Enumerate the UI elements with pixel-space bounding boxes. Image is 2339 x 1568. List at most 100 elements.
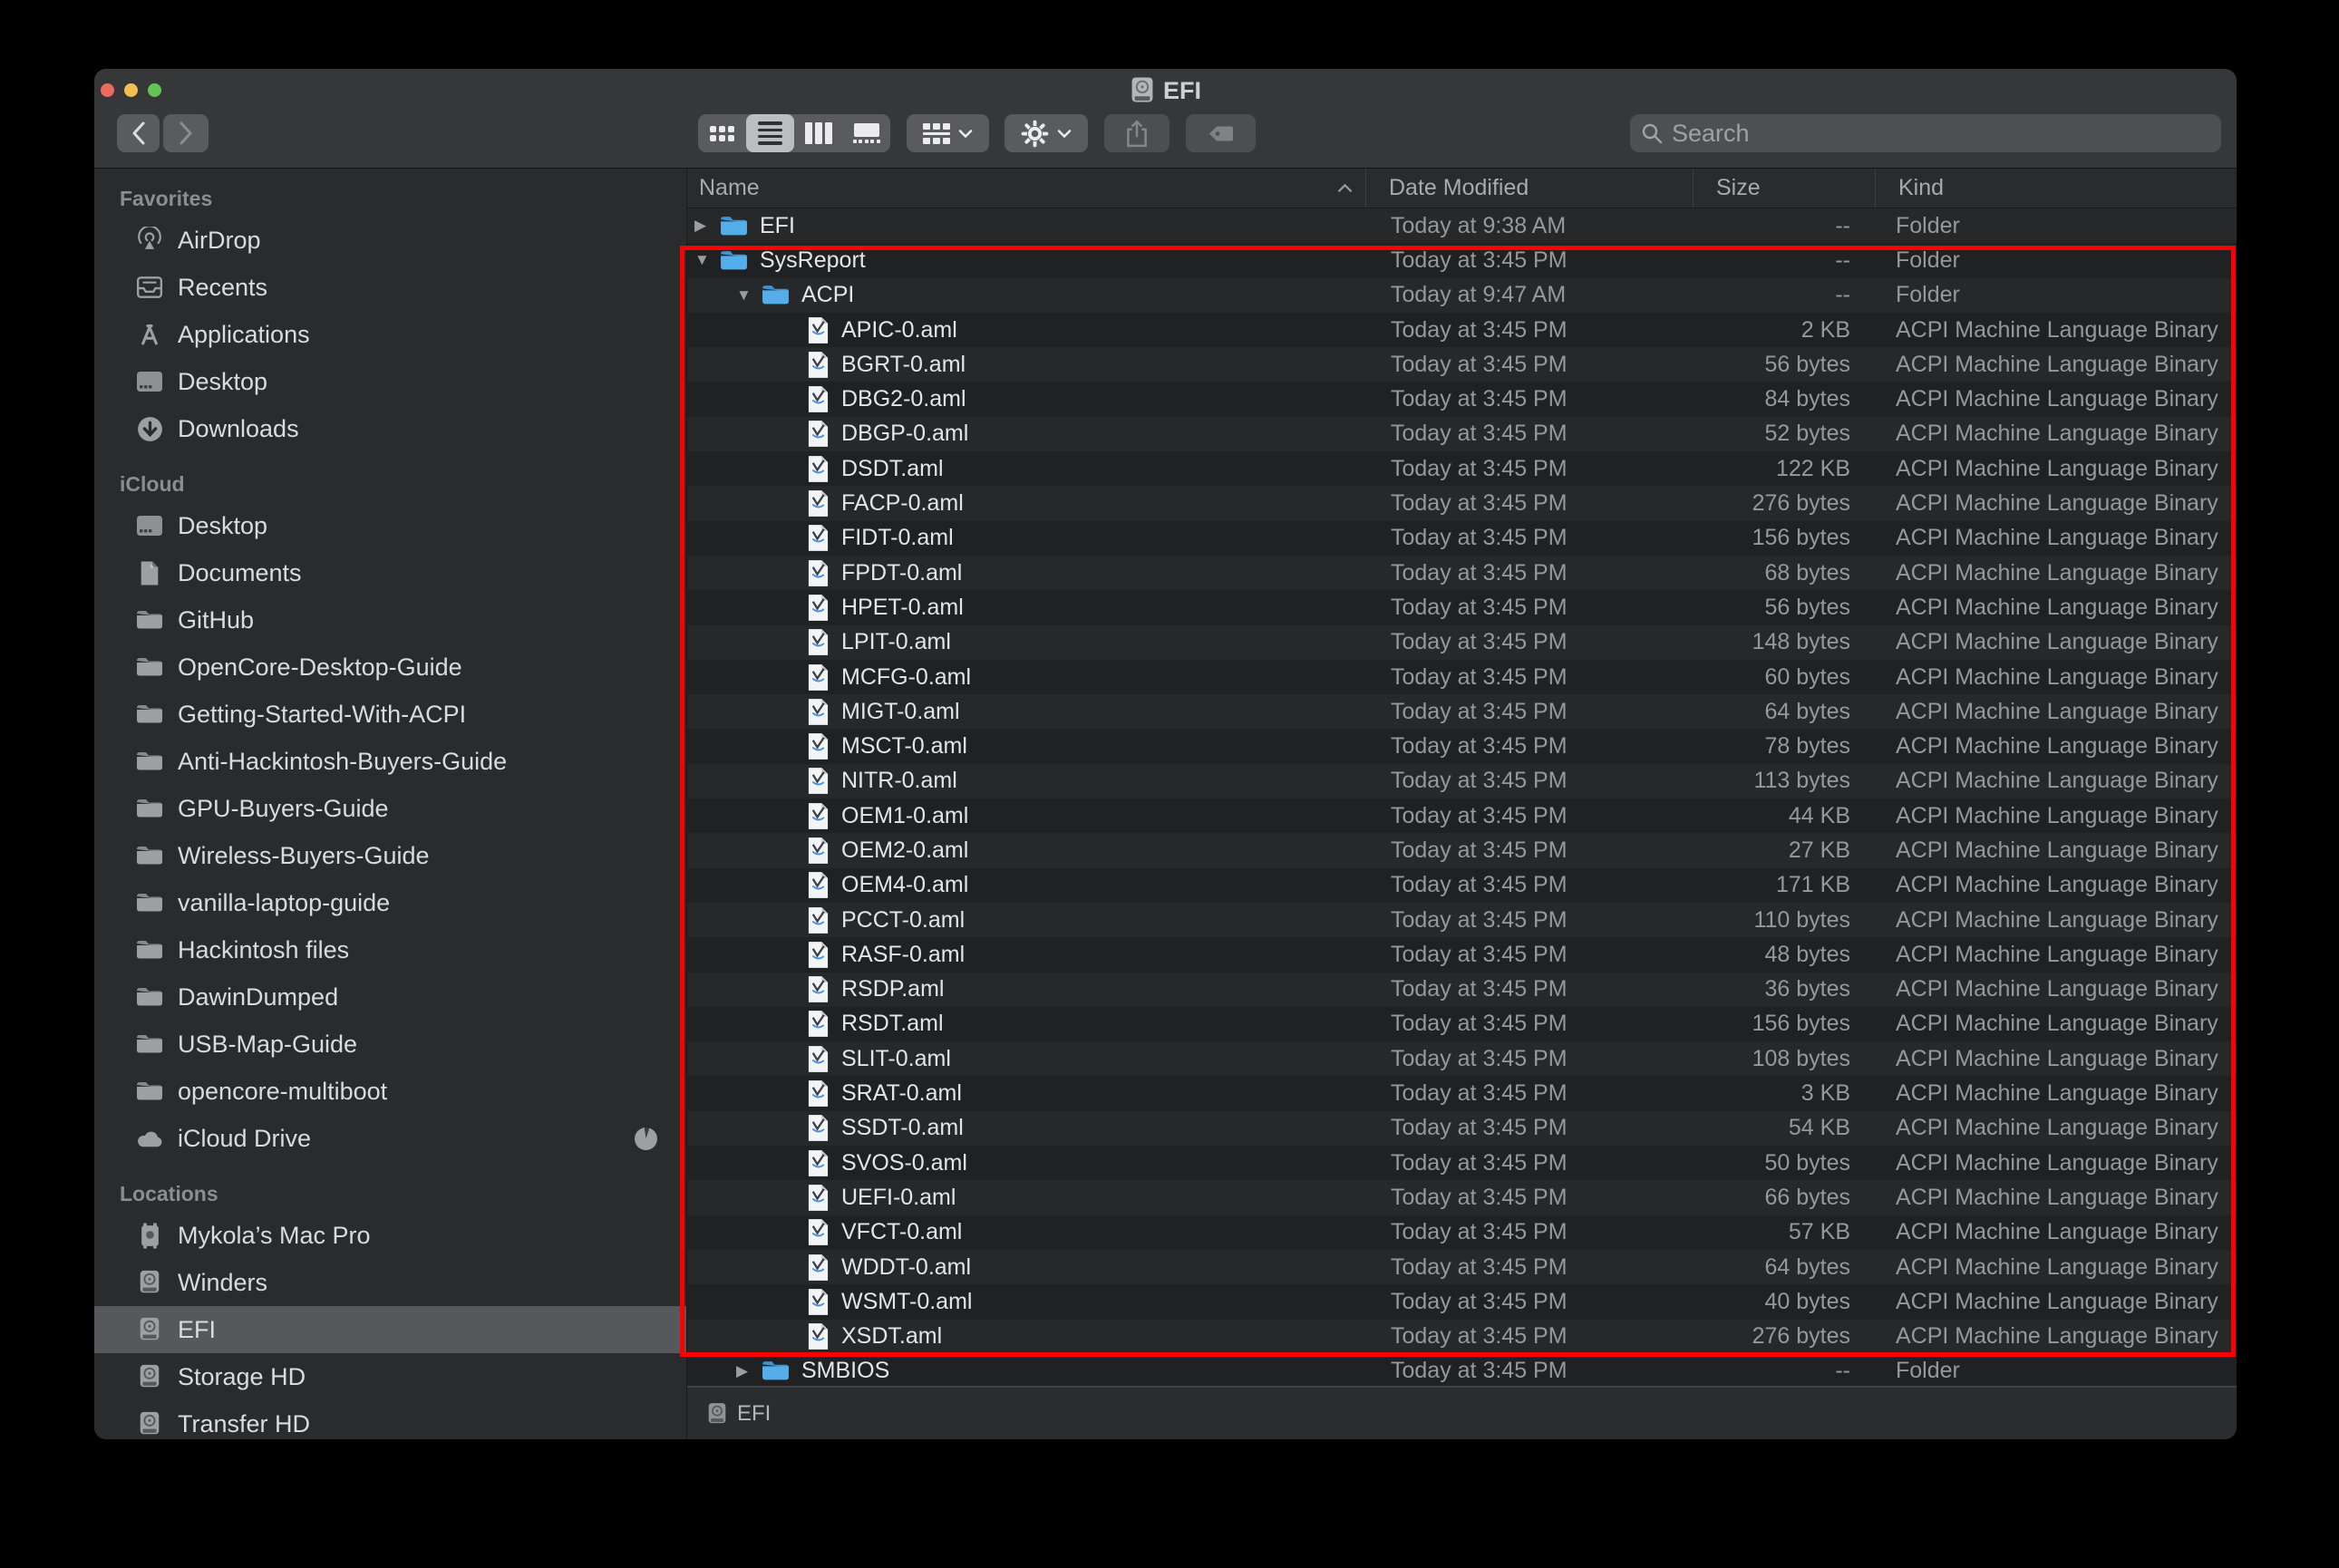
list-row-file[interactable]: UEFI-0.aml Today at 3:45 PM 66 bytes ACPI M… [687, 1180, 2237, 1215]
list-row-file[interactable]: SLIT-0.aml Today at 3:45 PM 108 bytes ACPI … [687, 1041, 2237, 1077]
file-size: 44 KB [1788, 802, 1850, 828]
finder-window: EFI Favorites AirDrop Recents Applications D… [94, 69, 2237, 1439]
sidebar-item-opencore-desktop-guide[interactable]: OpenCore-Desktop-Guide [94, 644, 686, 691]
sidebar-item-usb-map-guide[interactable]: USB-Map-Guide [94, 1021, 686, 1068]
list-row-file[interactable]: WDDT-0.aml Today at 3:45 PM 64 bytes ACPI M… [687, 1249, 2237, 1285]
sidebar-item-storage-hd[interactable]: Storage HD [94, 1353, 686, 1400]
date-modified: Today at 3:45 PM [1391, 629, 1567, 655]
search-field[interactable] [1630, 114, 2221, 152]
sidebar-item-transfer-hd[interactable]: Transfer HD [94, 1400, 686, 1439]
list-row-file[interactable]: FACP-0.aml Today at 3:45 PM 276 bytes ACPI … [687, 486, 2237, 521]
sidebar-item-hackintosh-files[interactable]: Hackintosh files [94, 926, 686, 973]
sidebar-item-icloud-drive[interactable]: iCloud Drive [94, 1115, 686, 1162]
list-row-file[interactable]: RASF-0.aml Today at 3:45 PM 48 bytes ACPI M… [687, 937, 2237, 973]
search-input[interactable] [1670, 118, 2210, 149]
group-by-button[interactable] [907, 114, 989, 152]
file-size: 108 bytes [1752, 1045, 1850, 1071]
list-row-folder[interactable]: ▶ EFI Today at 9:38 AM -- Folder [687, 208, 2237, 244]
action-menu-button[interactable] [1005, 114, 1088, 152]
date-modified: Today at 3:45 PM [1391, 1045, 1567, 1071]
file-name: APIC-0.aml [841, 316, 957, 343]
folder-icon [134, 1033, 165, 1055]
sidebar-item-anti-hackintosh-buyers-guide[interactable]: Anti-Hackintosh-Buyers-Guide [94, 738, 686, 785]
sidebar-item-mykola-s-mac-pro[interactable]: Mykola’s Mac Pro [94, 1212, 686, 1259]
column-view-button[interactable] [794, 114, 842, 152]
list-row-file[interactable]: OEM4-0.aml Today at 3:45 PM 171 KB ACPI Mac… [687, 867, 2237, 903]
list-row-file[interactable]: FIDT-0.aml Today at 3:45 PM 156 bytes ACPI … [687, 520, 2237, 556]
list-row-file[interactable]: OEM2-0.aml Today at 3:45 PM 27 KB ACPI Mach… [687, 833, 2237, 868]
drive-icon [134, 1411, 165, 1437]
disclosure-collapsed-icon[interactable]: ▶ [736, 1362, 762, 1380]
minimize-button[interactable] [124, 83, 138, 97]
sidebar-item-recents[interactable]: Recents [94, 264, 686, 311]
list-row-file[interactable]: NITR-0.aml Today at 3:45 PM 113 bytes ACPI … [687, 763, 2237, 799]
sidebar-item-winders[interactable]: Winders [94, 1259, 686, 1306]
sidebar-item-applications[interactable]: Applications [94, 311, 686, 358]
column-header-name[interactable]: Name [687, 169, 1365, 208]
sidebar-item-desktop[interactable]: Desktop [94, 502, 686, 549]
list-row-file[interactable]: MSCT-0.aml Today at 3:45 PM 78 bytes ACPI M… [687, 729, 2237, 764]
list-row-file[interactable]: SSDT-0.aml Today at 3:45 PM 54 KB ACPI Mach… [687, 1110, 2237, 1147]
sidebar-item-vanilla-laptop-guide[interactable]: vanilla-laptop-guide [94, 879, 686, 926]
sidebar-item-wireless-buyers-guide[interactable]: Wireless-Buyers-Guide [94, 832, 686, 879]
list-row-file[interactable]: SRAT-0.aml Today at 3:45 PM 3 KB ACPI Machi… [687, 1076, 2237, 1111]
list-row-file[interactable]: WSMT-0.aml Today at 3:45 PM 40 bytes ACPI M… [687, 1284, 2237, 1320]
list-row-file[interactable]: DBG2-0.aml Today at 3:45 PM 84 bytes ACPI M… [687, 382, 2237, 417]
share-button[interactable] [1104, 114, 1170, 152]
gallery-view-button[interactable] [842, 114, 890, 152]
column-header-kind[interactable]: Kind [1875, 169, 2237, 208]
sidebar-item-getting-started-with-acpi[interactable]: Getting-Started-With-ACPI [94, 691, 686, 738]
file-kind: ACPI Machine Language Binary [1896, 698, 2218, 724]
list-row-file[interactable]: FPDT-0.aml Today at 3:45 PM 68 bytes ACPI M… [687, 555, 2237, 591]
list-row-file[interactable]: MCFG-0.aml Today at 3:45 PM 60 bytes ACPI M… [687, 659, 2237, 695]
aml-file-icon [807, 489, 830, 518]
gear-icon [1021, 120, 1049, 147]
list-row-file[interactable]: MIGT-0.aml Today at 3:45 PM 64 bytes ACPI M… [687, 694, 2237, 730]
list-row-file[interactable]: LPIT-0.aml Today at 3:45 PM 148 bytes ACPI … [687, 624, 2237, 660]
file-size: -- [1835, 212, 1850, 238]
list-row-file[interactable]: APIC-0.aml Today at 3:45 PM 2 KB ACPI Machi… [687, 312, 2237, 348]
sidebar-item-opencore-multiboot[interactable]: opencore-multiboot [94, 1068, 686, 1115]
folder-icon [134, 750, 165, 772]
sidebar-item-downloads[interactable]: Downloads [94, 405, 686, 452]
list-row-file[interactable]: RSDT.aml Today at 3:45 PM 156 bytes ACPI Ma… [687, 1006, 2237, 1042]
sidebar-item-label: GitHub [178, 605, 255, 634]
icon-view-button[interactable] [698, 114, 746, 152]
close-button[interactable] [101, 83, 114, 97]
list-column-headers: Name Date Modified Size Kind [687, 169, 2237, 208]
zoom-button[interactable] [148, 83, 161, 97]
sidebar-item-documents[interactable]: Documents [94, 549, 686, 596]
tag-button[interactable] [1186, 114, 1256, 152]
disclosure-expanded-icon[interactable]: ▼ [694, 251, 720, 269]
disclosure-expanded-icon[interactable]: ▼ [736, 286, 762, 305]
sidebar-item-efi[interactable]: EFI [94, 1306, 686, 1353]
list-row-file[interactable]: OEM1-0.aml Today at 3:45 PM 44 KB ACPI Mach… [687, 799, 2237, 834]
back-button[interactable] [117, 114, 160, 152]
column-header-size[interactable]: Size [1693, 169, 1875, 208]
list-row-file[interactable]: RSDP.aml Today at 3:45 PM 36 bytes ACPI Mac… [687, 972, 2237, 1007]
sidebar-item-dawindumped[interactable]: DawinDumped [94, 973, 686, 1021]
sidebar-item-airdrop[interactable]: AirDrop [94, 217, 686, 264]
list-row-folder[interactable]: ▶ SMBIOS Today at 3:45 PM -- Folder [687, 1353, 2237, 1386]
list-row-folder[interactable]: ▼ ACPI Today at 9:47 AM -- Folder [687, 277, 2237, 313]
file-kind: ACPI Machine Language Binary [1896, 1184, 2218, 1210]
sidebar-item-gpu-buyers-guide[interactable]: GPU-Buyers-Guide [94, 785, 686, 832]
list-row-file[interactable]: DSDT.aml Today at 3:45 PM 122 KB ACPI Machi… [687, 451, 2237, 487]
file-size: 40 bytes [1764, 1288, 1850, 1314]
sidebar-item-desktop[interactable]: Desktop [94, 358, 686, 405]
list-row-file[interactable]: DBGP-0.aml Today at 3:45 PM 52 bytes ACPI M… [687, 416, 2237, 452]
list-row-folder[interactable]: ▼ SysReport Today at 3:45 PM -- Folder [687, 243, 2237, 278]
aml-file-icon [807, 1149, 830, 1177]
column-header-date-modified[interactable]: Date Modified [1365, 169, 1693, 208]
list-row-file[interactable]: PCCT-0.aml Today at 3:45 PM 110 bytes ACPI … [687, 902, 2237, 938]
list-view-button[interactable] [746, 114, 794, 152]
list-row-file[interactable]: XSDT.aml Today at 3:45 PM 276 bytes ACPI Ma… [687, 1319, 2237, 1354]
list-row-file[interactable]: HPET-0.aml Today at 3:45 PM 56 bytes ACPI M… [687, 590, 2237, 625]
disclosure-collapsed-icon[interactable]: ▶ [694, 217, 720, 235]
date-modified: Today at 3:45 PM [1391, 1358, 1567, 1384]
list-row-file[interactable]: VFCT-0.aml Today at 3:45 PM 57 KB ACPI Mach… [687, 1215, 2237, 1250]
list-row-file[interactable]: SVOS-0.aml Today at 3:45 PM 50 bytes ACPI M… [687, 1146, 2237, 1181]
sidebar-item-github[interactable]: GitHub [94, 596, 686, 644]
list-row-file[interactable]: BGRT-0.aml Today at 3:45 PM 56 bytes ACPI M… [687, 347, 2237, 382]
forward-button[interactable] [163, 114, 209, 152]
